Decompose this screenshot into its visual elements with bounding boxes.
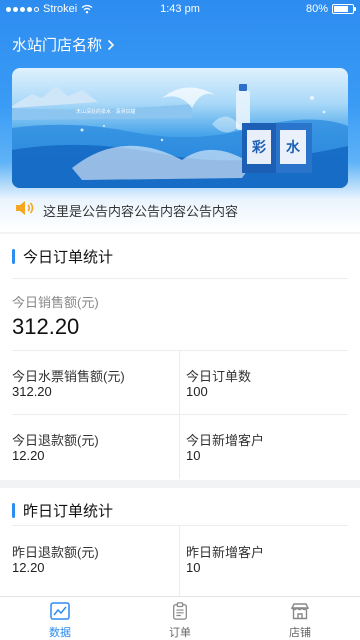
order-count-value: 100	[186, 384, 208, 399]
chart-icon	[50, 602, 70, 620]
yesterday-new-customers-label: 昨日新增客户	[186, 545, 265, 560]
store-selector[interactable]: 水站门店名称	[12, 34, 116, 55]
tab-orders-label: 订单	[169, 627, 191, 639]
new-customers-value: 10	[186, 448, 201, 463]
divider	[12, 350, 348, 351]
yesterday-new-customers-value: 10	[186, 560, 201, 575]
tab-store-label: 店铺	[289, 627, 311, 639]
yesterday-refund-label: 昨日退款额(元)	[12, 545, 99, 560]
tab-orders[interactable]: 订单	[120, 597, 240, 640]
clipboard-icon	[173, 602, 187, 620]
divider	[12, 278, 348, 279]
store-name: 水站门店名称	[12, 37, 103, 54]
tab-data[interactable]: 数据	[0, 597, 120, 640]
banner-artwork: 彩 水	[12, 84, 348, 188]
notice-text: 这里是公告内容公告内容公告内容	[43, 204, 239, 219]
order-count-label: 今日订单数	[186, 369, 252, 384]
today-stats-title: 今日订单统计	[12, 248, 114, 266]
ticket-sales-label: 今日水票销售额(元)	[12, 369, 125, 384]
svg-text:水: 水	[286, 139, 301, 156]
ticket-sales-value: 312.20	[12, 384, 52, 399]
new-customers-label: 今日新增客户	[186, 433, 265, 448]
yesterday-stats-title-text: 昨日订单统计	[23, 502, 114, 520]
battery-percent: 80%	[305, 3, 328, 15]
refund-amount-label: 今日退款额(元)	[12, 433, 99, 448]
title-accent-bar	[12, 502, 15, 518]
battery-icon	[332, 4, 356, 14]
svg-text:彩: 彩	[251, 139, 266, 156]
promo-banner[interactable]: 彩 水 天山深处的泉水 · 清洌甘甜	[12, 68, 348, 188]
speaker-icon	[16, 201, 34, 215]
tab-store[interactable]: 店铺	[240, 597, 360, 640]
today-sales-label: 今日销售额(元)	[12, 295, 99, 310]
battery-group: 80%	[305, 3, 356, 15]
notice-bar[interactable]: 这里是公告内容公告内容公告内容	[0, 196, 360, 222]
tab-data-label: 数据	[49, 627, 71, 639]
refund-amount-value: 12.20	[12, 448, 45, 463]
banner-slogan: 天山深处的泉水 · 清洌甘甜	[76, 109, 136, 115]
yesterday-stats-card: 昨日订单统计 昨日退款额(元) 12.20 昨日新增客户 10	[0, 488, 360, 596]
divider	[12, 414, 348, 415]
divider	[12, 525, 348, 526]
yesterday-stats-title: 昨日订单统计	[12, 502, 114, 520]
today-sales-value: 312.20	[12, 314, 80, 339]
title-accent-bar	[12, 248, 15, 264]
today-stats-card: 今日订单统计 今日销售额(元) 312.20 今日水票销售额(元) 312.20…	[0, 234, 360, 480]
store-icon	[290, 603, 310, 620]
yesterday-refund-value: 12.20	[12, 560, 45, 575]
bottom-tab-bar: 数据 订单 店铺	[0, 596, 360, 640]
column-divider	[179, 351, 180, 479]
chevron-right-icon	[107, 39, 115, 50]
column-divider	[179, 526, 180, 596]
today-stats-title-text: 今日订单统计	[23, 248, 114, 266]
status-bar: Strokei 1:43 pm 80%	[0, 0, 360, 20]
